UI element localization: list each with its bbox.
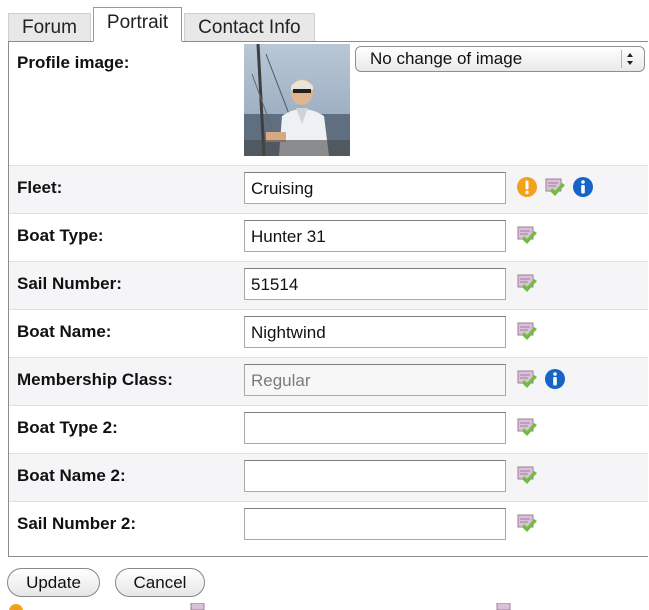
field-row-boat-name: Boat Name: Nightwind	[9, 309, 648, 357]
edit-icon[interactable]	[516, 320, 538, 342]
boat-name-label: Boat Name:	[17, 322, 112, 341]
edit-icon[interactable]	[544, 176, 566, 198]
field-row-boat-type: Boat Type: Hunter 31	[9, 213, 648, 261]
edit-icon[interactable]	[516, 416, 538, 438]
edit-icon[interactable]	[516, 464, 538, 486]
edit-icon	[190, 603, 205, 610]
edit-icon[interactable]	[516, 368, 538, 390]
image-change-select[interactable]: No change of image	[355, 46, 645, 72]
select-arrows-icon	[621, 50, 638, 68]
info-icon[interactable]	[544, 368, 566, 390]
boat-type-2-input[interactable]	[244, 412, 506, 444]
sail-number-2-input[interactable]	[244, 508, 506, 540]
sail-number-2-label: Sail Number 2:	[17, 514, 137, 533]
tab-portrait[interactable]: Portrait	[92, 7, 183, 42]
sail-number-label: Sail Number:	[17, 274, 122, 293]
edit-icon	[496, 603, 511, 610]
boat-name-input[interactable]: Nightwind	[244, 316, 506, 348]
boat-name-2-input[interactable]	[244, 460, 506, 492]
warning-icon	[9, 604, 23, 610]
sail-number-input[interactable]: 51514	[244, 268, 506, 300]
field-row-sail-number-2: Sail Number 2:	[9, 501, 648, 557]
edit-icon[interactable]	[516, 512, 538, 534]
edit-icon[interactable]	[516, 224, 538, 246]
membership-class-label: Membership Class:	[17, 370, 173, 389]
tab-contact-info[interactable]: Contact Info	[184, 13, 315, 41]
portrait-panel: Profile image: No change of image Fleet:…	[8, 41, 648, 557]
profile-image-label: Profile image:	[17, 53, 130, 72]
field-row-boat-type-2: Boat Type 2:	[9, 405, 648, 453]
boat-type-label: Boat Type:	[17, 226, 104, 245]
boat-type-2-label: Boat Type 2:	[17, 418, 118, 437]
warning-icon[interactable]	[516, 176, 538, 198]
field-row-boat-name-2: Boat Name 2:	[9, 453, 648, 501]
fleet-input[interactable]: Cruising	[244, 172, 506, 204]
tab-forum[interactable]: Forum	[8, 13, 91, 41]
field-row-fleet: Fleet: Cruising	[9, 165, 648, 213]
membership-class-input: Regular	[244, 364, 506, 396]
profile-image-row: Profile image: No change of image	[9, 42, 648, 165]
info-icon[interactable]	[572, 176, 594, 198]
field-row-membership-class: Membership Class: Regular	[9, 357, 648, 405]
profile-photo	[244, 43, 350, 157]
tab-bar: Forum Portrait Contact Info	[8, 7, 317, 42]
boat-name-2-label: Boat Name 2:	[17, 466, 126, 485]
edit-icon[interactable]	[516, 272, 538, 294]
boat-type-input[interactable]: Hunter 31	[244, 220, 506, 252]
image-change-select-value: No change of image	[370, 49, 523, 68]
cancel-button[interactable]: Cancel	[115, 568, 205, 597]
fleet-label: Fleet:	[17, 178, 63, 197]
field-row-sail-number: Sail Number: 51514	[9, 261, 648, 309]
update-button[interactable]: Update	[7, 568, 100, 597]
